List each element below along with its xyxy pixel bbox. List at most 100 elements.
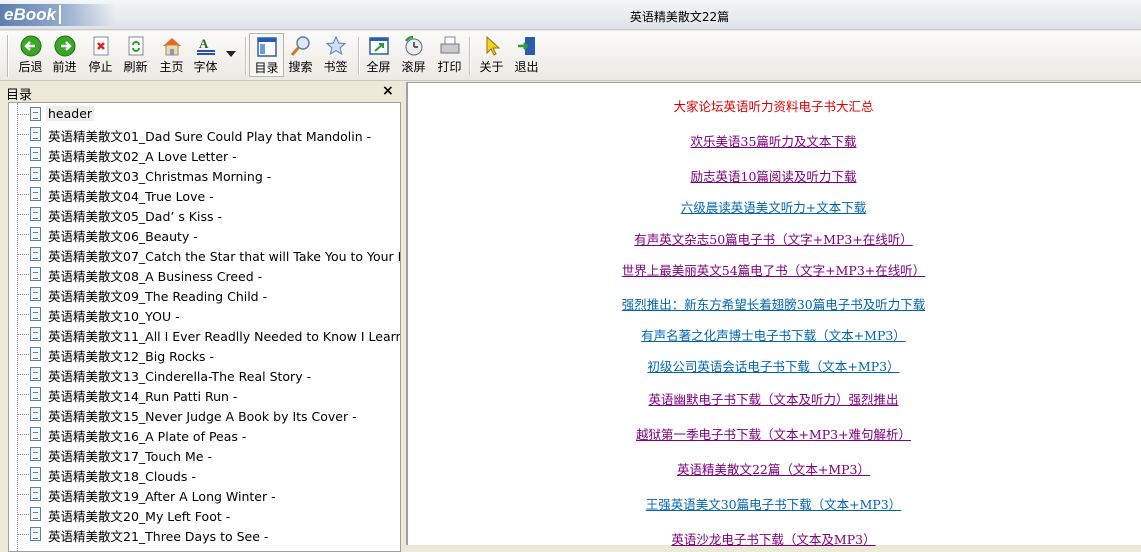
tree-item[interactable]: 英语精美散文17_Touch Me -: [9, 444, 400, 464]
toolbar-button-label: 字体: [193, 60, 218, 74]
document-icon: [30, 287, 41, 301]
tree-item[interactable]: 英语精美散文20_My Left Foot -: [9, 504, 400, 524]
tree-item-label: 英语精美散文09_The Reading Child -: [48, 289, 268, 304]
tree-line: [17, 214, 29, 215]
toolbar-button-contents[interactable]: 目录: [249, 33, 284, 77]
link-row: 六级晨读英语美文听力+文本下载: [408, 197, 1139, 216]
tree-item-label: 英语精美散文15_Never Judge A Book by Its Cover…: [48, 409, 357, 424]
tree-item[interactable]: 英语精美散文02_A Love Letter -: [9, 144, 400, 164]
toolbar-grip[interactable]: [7, 35, 9, 77]
toolbar-button-label: 打印: [437, 60, 462, 74]
exit-door-icon: [517, 37, 535, 55]
resource-link[interactable]: 英语幽默电子书下载（文本及听力）强烈推出: [648, 392, 898, 407]
document-icon: [30, 347, 41, 361]
tree-item[interactable]: 英语精美散文15_Never Judge A Book by Its Cover…: [9, 404, 400, 424]
tree-item[interactable]: 英语精美散文21_Three Days to See -: [9, 524, 400, 544]
toolbar-button-label: 搜索: [288, 60, 313, 74]
document-icon: [30, 227, 41, 241]
resource-link[interactable]: 有声英文杂志50篇电子书（文字+MP3+在线听）: [634, 232, 913, 247]
tree-line: [17, 134, 29, 135]
resource-link[interactable]: 世界上最美丽英文54篇电了书（文字+MP3+在线听）: [622, 263, 926, 278]
tree-item[interactable]: 英语精美散文13_Cinderella-The Real Story -: [9, 364, 400, 384]
resource-link[interactable]: 励志英语10篇阅读及听力下载: [691, 169, 857, 184]
tree-line: [17, 254, 29, 255]
tree-item[interactable]: 英语精美散文05_Dad’ s Kiss -: [9, 204, 400, 224]
document-icon: [30, 187, 41, 201]
tree-item[interactable]: 英语精美散文09_The Reading Child -: [9, 284, 400, 304]
document-icon: [30, 507, 41, 521]
toolbar-button-about-cursor[interactable]: 关于: [474, 33, 509, 77]
document-icon: [30, 167, 41, 181]
resource-link[interactable]: 初级公司英语会话电子书下载（文本+MP3）: [647, 359, 899, 374]
tree-item[interactable]: 英语精美散文10_YOU -: [9, 304, 400, 324]
tree-line: [17, 474, 29, 475]
tree-item[interactable]: 英语精美散文08_A Business Creed -: [9, 264, 400, 284]
tree-item[interactable]: 英语精美散文16_A Plate of Peas -: [9, 424, 400, 444]
tree-item-label: 英语精美散文19_After A Long Winter -: [48, 489, 276, 504]
tree-item[interactable]: header: [9, 104, 400, 124]
tree-item[interactable]: 英语精美散文11_All I Ever Readlly Needed to Kn…: [9, 324, 400, 344]
svg-text:A: A: [199, 36, 209, 51]
toolbar-button-label: 滚屏: [401, 60, 426, 74]
resource-link[interactable]: 强烈推出：新东方希望长着翅膀30篇电子书及听力下载: [622, 297, 925, 312]
toolbar-button-fullscreen[interactable]: 全屏: [361, 33, 396, 77]
tree-item-label: 英语精美散文20_My Left Foot -: [48, 509, 231, 524]
tree-item[interactable]: 英语精美散文12_Big Rocks -: [9, 344, 400, 364]
toolbar-button-label: 全屏: [366, 60, 391, 74]
toolbar-button-search[interactable]: 搜索: [283, 33, 318, 77]
font-dropdown-arrow-icon[interactable]: [226, 51, 236, 57]
content-heading: 大家论坛英语听力资料电子书大汇总: [673, 99, 874, 114]
toolbar-button-font[interactable]: A 字体: [188, 33, 223, 77]
resource-link[interactable]: 六级晨读英语美文听力+文本下载: [681, 200, 866, 215]
resource-link[interactable]: 越狱第一季电子书下载（文本+MP3+难句解析）: [636, 427, 911, 442]
toolbar-button-bookmark-star[interactable]: 书签: [318, 33, 353, 77]
toolbar-button-stop[interactable]: 停止: [83, 33, 118, 77]
stop-icon: [93, 36, 108, 56]
tree-item[interactable]: 英语精美散文19_After A Long Winter -: [9, 484, 400, 504]
link-row: 强烈推出：新东方希望长着翅膀30篇电子书及听力下载: [408, 294, 1139, 313]
tree-item[interactable]: 英语精美散文04_True Love -: [9, 184, 400, 204]
document-icon: [30, 307, 41, 321]
tree-item-label: 英语精美散文04_True Love -: [48, 189, 214, 204]
tree-item-label: 英语精美散文14_Run Patti Run -: [48, 389, 238, 404]
tree-line: [17, 274, 29, 275]
tree-item[interactable]: 英语精美散文06_Beauty -: [9, 224, 400, 244]
resource-link[interactable]: 有声名著之化声博士电子书下载（文本+MP3）: [641, 328, 906, 343]
tree-item-label: 英语精美散文17_Touch Me -: [48, 449, 212, 464]
title-bar: eBook 英语精美散文22篇: [0, 0, 1141, 30]
tree-item-label: 英语精美散文12_Big Rocks -: [48, 349, 214, 364]
document-icon: [30, 487, 41, 501]
link-row: 英语幽默电子书下载（文本及听力）强烈推出: [408, 389, 1139, 408]
tree-item[interactable]: 英语精美散文01_Dad Sure Could Play that Mandol…: [9, 124, 400, 144]
tree-line: [17, 434, 29, 435]
toolbar-button-autoscroll[interactable]: 滚屏: [396, 33, 431, 77]
toolbar-button-forward-arrow[interactable]: 前进: [47, 33, 82, 77]
document-icon: [30, 467, 41, 481]
tree-item[interactable]: 英语精美散文03_Christmas Morning -: [9, 164, 400, 184]
tree-item-label: 英语精美散文16_A Plate of Peas -: [48, 429, 247, 444]
tree-line: [17, 374, 29, 375]
toolbar-button-print[interactable]: 打印: [432, 33, 467, 77]
link-row: 有声英文杂志50篇电子书（文字+MP3+在线听）: [408, 229, 1139, 248]
link-row: 英语沙龙电子书下载（文本及MP3）: [408, 529, 1139, 548]
resource-link[interactable]: 英语精美散文22篇（文本+MP3）: [677, 462, 870, 477]
fullscreen-icon: [368, 37, 389, 55]
toolbar-button-home[interactable]: 主页: [154, 33, 189, 77]
bookmark-star-icon: [325, 35, 346, 56]
document-icon: [30, 407, 41, 421]
toolbar-button-back-arrow[interactable]: 后退: [13, 33, 48, 77]
tree-item[interactable]: 英语精美散文18_Clouds -: [9, 464, 400, 484]
link-row: 世界上最美丽英文54篇电了书（文字+MP3+在线听）: [408, 260, 1139, 279]
toolbar-button-refresh[interactable]: 刷新: [118, 33, 153, 77]
document-icon: [30, 147, 41, 161]
link-row: 励志英语10篇阅读及听力下载: [408, 166, 1139, 185]
resource-link[interactable]: 欢乐美语35篇听力及文本下载: [691, 134, 857, 149]
toolbar-button-exit-door[interactable]: 退出: [509, 33, 544, 77]
panel-title: 目录: [6, 88, 33, 103]
tree-item[interactable]: 英语精美散文07_Catch the Star that will Take Y…: [9, 244, 400, 264]
contents-icon: [256, 37, 277, 57]
resource-link[interactable]: 王强英语美文30篇电子书下载（文本+MP3）: [646, 497, 902, 512]
close-panel-button[interactable]: ×: [382, 83, 394, 99]
tree-item[interactable]: 英语精美散文14_Run Patti Run -: [9, 384, 400, 404]
contents-tree[interactable]: header 英语精美散文01_Dad Sure Could Play that …: [8, 102, 401, 552]
